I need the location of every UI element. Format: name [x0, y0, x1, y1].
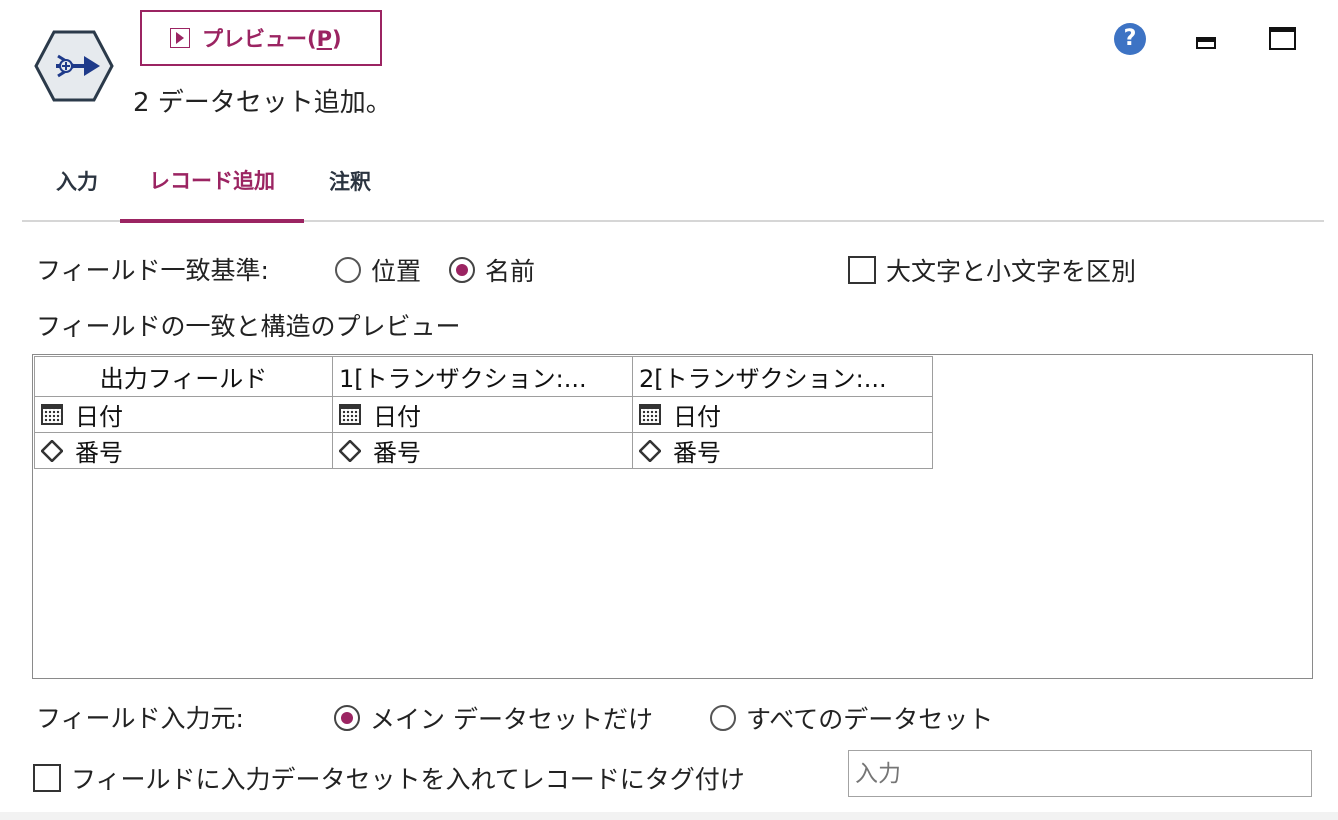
radio-name[interactable]: 名前 [449, 252, 535, 288]
grid-header-row: 出力フィールド 1[トランザクション:... 2[トランザクション:... [34, 356, 933, 397]
grid-cell: 番号 [632, 432, 933, 469]
preview-title: フィールドの一致と構造のプレビュー [36, 312, 461, 341]
cell-text: 日付 [75, 403, 123, 431]
radio-name-label: 名前 [485, 257, 536, 286]
field-preview-grid[interactable]: 出力フィールド 1[トランザクション:... 2[トランザクション:... 日付… [32, 354, 1313, 679]
radio-all-datasets[interactable]: すべてのデータセット [710, 700, 993, 736]
cell-text: 日付 [373, 403, 421, 431]
calendar-icon [639, 404, 661, 425]
append-node-icon [34, 30, 114, 102]
calendar-icon [41, 404, 63, 425]
cell-text: 日付 [673, 403, 721, 431]
tab-append-records[interactable]: レコード追加 [120, 140, 304, 223]
tag-records-checkbox[interactable]: フィールドに入力データセットを入れてレコードにタグ付け [33, 760, 745, 796]
grid-cell: 日付 [34, 396, 333, 433]
tag-field-input[interactable] [848, 750, 1312, 797]
grid-cell: 番号 [34, 432, 333, 469]
diamond-icon [41, 439, 63, 462]
cell-text: 番号 [373, 439, 421, 467]
column-header-input-2[interactable]: 2[トランザクション:... [632, 356, 933, 397]
tag-records-box [33, 764, 61, 792]
column-header-input-1[interactable]: 1[トランザクション:... [332, 356, 633, 397]
node-subtitle: 2 データセット追加。 [133, 88, 392, 118]
table-row[interactable]: 日付 日付 日付 [34, 396, 933, 433]
radio-position-indicator [335, 257, 361, 283]
case-sensitive-box [848, 256, 876, 284]
grid-cell: 日付 [632, 396, 933, 433]
footer-strip [0, 812, 1338, 820]
radio-position-label: 位置 [371, 257, 422, 286]
radio-position[interactable]: 位置 [335, 252, 421, 288]
radio-main-dataset-label: メイン データセットだけ [370, 705, 653, 734]
diamond-icon [639, 439, 661, 462]
radio-name-indicator [449, 257, 475, 283]
table-row[interactable]: 番号 番号 番号 [34, 432, 933, 469]
radio-all-datasets-indicator [710, 705, 736, 731]
column-header-output[interactable]: 出力フィールド [34, 356, 333, 397]
preview-button[interactable]: プレビュー(P) [140, 10, 382, 66]
tag-records-label: フィールドに入力データセットを入れてレコードにタグ付け [71, 765, 745, 794]
cell-text: 番号 [673, 439, 721, 467]
preview-button-label: プレビュー(P) [202, 27, 342, 51]
match-by-label: フィールド一致基準: [36, 256, 269, 285]
help-icon[interactable]: ? [1114, 23, 1146, 55]
diamond-icon [339, 439, 361, 462]
radio-main-dataset-only[interactable]: メイン データセットだけ [334, 700, 653, 736]
tab-annotations[interactable]: 注釈 [320, 140, 380, 222]
case-sensitive-checkbox[interactable]: 大文字と小文字を区別 [848, 252, 1136, 288]
include-fields-label: フィールド入力元: [36, 704, 244, 733]
minimize-icon[interactable] [1196, 37, 1216, 49]
tab-bar: 入力 レコード追加 注釈 [22, 140, 1324, 223]
grid-cell: 日付 [332, 396, 633, 433]
radio-all-datasets-label: すべてのデータセット [746, 705, 994, 734]
case-sensitive-label: 大文字と小文字を区別 [886, 257, 1137, 286]
grid-cell: 番号 [332, 432, 633, 469]
maximize-icon[interactable] [1269, 27, 1296, 50]
calendar-icon [339, 404, 361, 425]
cell-text: 番号 [75, 439, 123, 467]
radio-main-dataset-indicator [334, 705, 360, 731]
tab-input[interactable]: 入力 [50, 140, 104, 222]
play-icon [170, 28, 190, 48]
